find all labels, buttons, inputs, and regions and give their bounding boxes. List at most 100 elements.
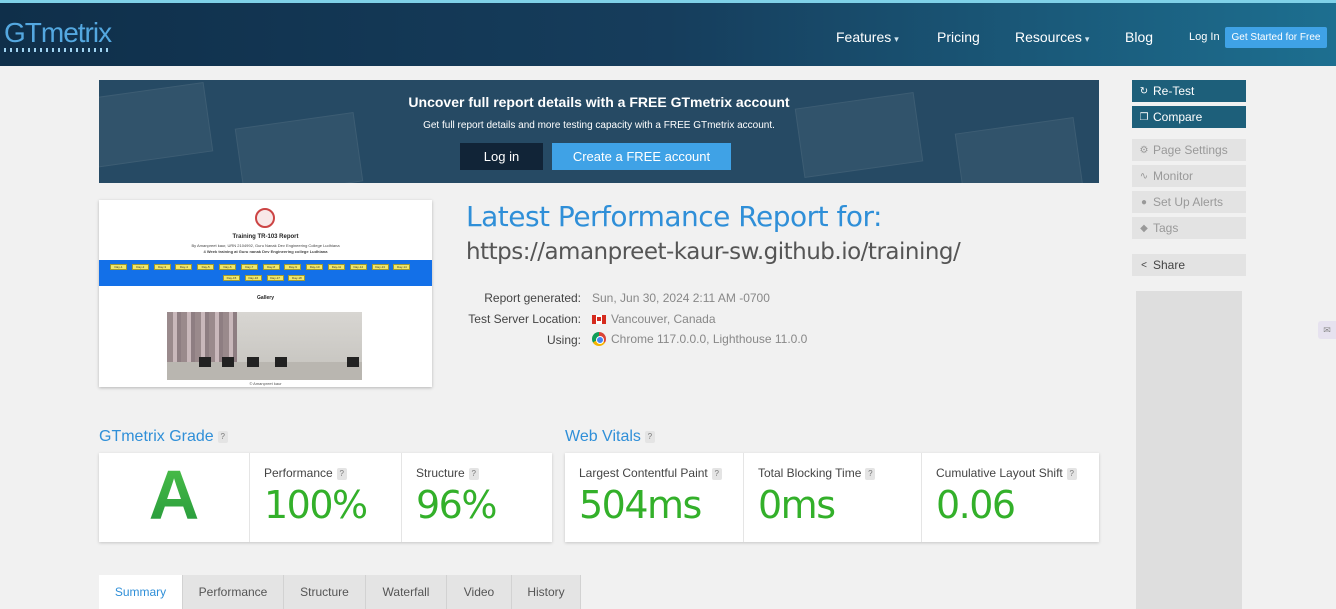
help-icon[interactable]: ? [1066, 467, 1077, 480]
thumb-day-button: Day-13 [371, 264, 389, 270]
monitor-button[interactable]: ∿ Monitor [1132, 165, 1246, 187]
compare-button[interactable]: ❐ Compare [1132, 106, 1246, 128]
thumb-day-button: Day-7 [240, 264, 258, 270]
tbt-label: Total Blocking Time? [758, 466, 876, 480]
generated-text: Sun, Jun 30, 2024 2:11 AM -0700 [592, 291, 770, 305]
share-button[interactable]: < Share [1132, 254, 1246, 276]
tab-history[interactable]: History [512, 575, 581, 609]
using-text: Chrome 117.0.0.0, Lighthouse 11.0.0 [611, 332, 808, 346]
thumb-day-button: Day-8 [262, 264, 280, 270]
using-value: Chrome 117.0.0.0, Lighthouse 11.0.0 [592, 332, 807, 346]
thumb-day-button: Day-3 [153, 264, 171, 270]
college-emblem-icon [255, 208, 275, 228]
bell-icon: ● [1140, 196, 1148, 208]
using-label: Using: [546, 333, 581, 347]
thumb-day-button: Day-17 [266, 275, 284, 281]
tab-waterfall[interactable]: Waterfall [366, 575, 447, 609]
photo-monitor [347, 357, 359, 367]
structure-value: 96% [416, 483, 497, 527]
thumb-day-button: Day-4 [175, 264, 193, 270]
nav-pricing[interactable]: Pricing [937, 29, 980, 45]
help-icon[interactable]: ? [217, 430, 228, 443]
nav-resources-label: Resources [1015, 29, 1082, 45]
structure-cell: Structure? 96% [401, 453, 552, 542]
help-icon[interactable]: ? [468, 467, 479, 480]
performance-label: Performance? [264, 466, 347, 480]
cls-value: 0.06 [936, 483, 1016, 527]
thumb-day-bar: Day-1 Day-2 Day-3 Day-4 Day-5 Day-6 Day-7 Day-8… [99, 260, 432, 286]
tab-summary[interactable]: Summary [99, 575, 183, 609]
thumb-day-button: Day-12 [349, 264, 367, 270]
thumb-day-button: Day-9 [284, 264, 302, 270]
help-icon[interactable]: ? [711, 467, 722, 480]
thumb-day-button: Day-14 [393, 264, 411, 270]
nav-login[interactable]: Log In [1189, 31, 1220, 43]
photo-floor [167, 362, 362, 380]
tab-structure[interactable]: Structure [284, 575, 366, 609]
vitals-heading-text: Web Vitals [565, 428, 641, 445]
logo-ruler-decoration [4, 48, 110, 52]
help-icon[interactable]: ? [865, 467, 876, 480]
thumb-day-button: Day-10 [306, 264, 324, 270]
tab-video[interactable]: Video [447, 575, 512, 609]
setup-alerts-button[interactable]: ● Set Up Alerts [1132, 191, 1246, 213]
page-settings-button[interactable]: ⚙ Page Settings [1132, 139, 1246, 161]
alerts-label: Set Up Alerts [1153, 195, 1224, 209]
thumb-day-button: Day-11 [328, 264, 345, 270]
nav-features-label: Features [836, 29, 892, 45]
tags-button[interactable]: ◆ Tags [1132, 217, 1246, 239]
tbt-label-text: Total Blocking Time [758, 466, 862, 480]
banner-login-button[interactable]: Log in [460, 143, 543, 170]
get-started-button[interactable]: Get Started for Free [1225, 27, 1327, 48]
performance-label-text: Performance [264, 466, 333, 480]
extension-edge-icon[interactable]: ✉ [1318, 321, 1336, 339]
photo-monitor [199, 357, 211, 367]
server-location-label: Test Server Location: [468, 312, 581, 326]
help-icon[interactable]: ? [336, 467, 347, 480]
create-account-button[interactable]: Create a FREE account [552, 143, 731, 170]
thumb-credit: © Amanpreet kaur [249, 381, 282, 386]
grade-letter: A [99, 455, 249, 535]
gtmetrix-logo[interactable]: GTmetrix [4, 17, 112, 49]
page-settings-label: Page Settings [1153, 143, 1228, 157]
tag-icon: ◆ [1140, 222, 1148, 234]
thumb-day-button: Day-6 [219, 264, 236, 270]
monitor-label: Monitor [1153, 169, 1194, 183]
compare-label: Compare [1153, 110, 1203, 124]
photo-monitor [275, 357, 287, 367]
thumb-day-button: Day-5 [197, 264, 215, 270]
thumb-day-button: Day-2 [131, 264, 149, 270]
thumb-day-button: Day-16 [244, 275, 262, 281]
cls-label-text: Cumulative Layout Shift [936, 466, 1063, 480]
lcp-label: Largest Contentful Paint? [579, 466, 722, 480]
banner-subtitle: Get full report details and more testing… [423, 120, 775, 131]
report-url[interactable]: https://amanpreet-kaur-sw.github.io/trai… [466, 239, 961, 265]
canada-flag-icon [592, 314, 606, 324]
structure-label: Structure? [416, 466, 479, 480]
banner-title: Uncover full report details with a FREE … [408, 94, 790, 110]
retest-button[interactable]: ↻ Re-Test [1132, 80, 1246, 102]
chrome-icon [592, 332, 606, 346]
thumb-byline: By Amanpreet kaur, URN 2104992, Guru Nan… [191, 243, 340, 248]
share-label: Share [1153, 258, 1186, 272]
tags-label: Tags [1153, 221, 1179, 235]
nav-blog[interactable]: Blog [1125, 29, 1153, 45]
top-navigation-bar: GTmetrix Features ▾ Pricing Resources ▾ Bl… [0, 0, 1336, 66]
gear-icon: ⚙ [1139, 144, 1149, 156]
report-title: Latest Performance Report for: [466, 200, 882, 233]
help-icon[interactable]: ? [644, 430, 655, 443]
thumb-title: Training TR-103 Report [232, 234, 299, 240]
nav-features[interactable]: Features ▾ [836, 29, 899, 45]
performance-cell: Performance? 100% [249, 453, 401, 542]
performance-value: 100% [264, 483, 368, 527]
nav-resources[interactable]: Resources ▾ [1015, 29, 1089, 45]
location-text: Vancouver, Canada [611, 312, 716, 326]
thumb-day-button: Day-1 [110, 264, 127, 270]
report-generated-value: Sun, Jun 30, 2024 2:11 AM -0700 [592, 291, 770, 305]
thumb-day-button: Day-18 [288, 275, 306, 281]
tab-performance[interactable]: Performance [183, 575, 284, 609]
thumb-gallery-heading: Gallery [257, 295, 274, 301]
cls-label: Cumulative Layout Shift? [936, 466, 1077, 480]
pulse-icon: ∿ [1139, 170, 1149, 182]
page-screenshot-thumbnail[interactable]: Training TR-103 Report By Amanpreet kaur… [99, 200, 432, 387]
